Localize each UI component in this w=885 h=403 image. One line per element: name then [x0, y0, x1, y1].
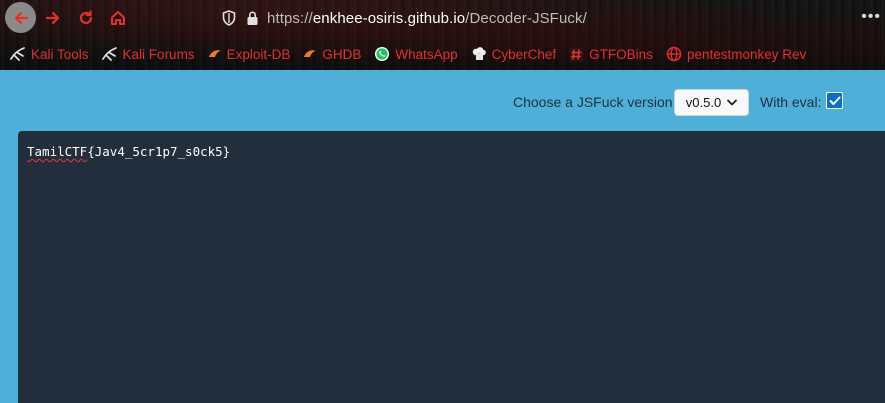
- version-select[interactable]: v0.5.0: [674, 89, 749, 116]
- decoded-output-text: TamilCTF{Jav4_5cr1p7_s0ck5}: [27, 144, 230, 159]
- whatsapp-icon: [374, 46, 390, 62]
- eval-label: With eval:: [760, 94, 822, 110]
- arrow-left-icon: [14, 11, 28, 24]
- bookmark-gtfobins[interactable]: GTFOBins: [569, 47, 653, 62]
- home-button[interactable]: [104, 4, 132, 32]
- arrow-right-icon: [45, 11, 60, 25]
- back-button[interactable]: [5, 2, 36, 33]
- bookmark-label: GTFOBins: [589, 46, 653, 62]
- url-text[interactable]: https://enkhee-osiris.github.io/Decoder-…: [267, 10, 587, 27]
- bookmark-label: Kali Forums: [122, 46, 195, 62]
- decoded-output-editor[interactable]: TamilCTF{Jav4_5cr1p7_s0ck5}: [18, 131, 885, 403]
- bookmark-label: pentestmonkey Rev: [686, 46, 807, 62]
- misspelled-word: TamilCTF: [27, 144, 88, 159]
- url-scheme: https://: [267, 9, 313, 27]
- lock-icon[interactable]: [246, 10, 259, 26]
- exploit-db-icon: [208, 48, 222, 60]
- checkmark-icon: [829, 96, 840, 105]
- bookmark-label: GHDB: [322, 46, 362, 62]
- bookmark-whatsapp[interactable]: WhatsApp: [374, 46, 458, 62]
- kali-dragon-icon: [10, 47, 26, 61]
- kali-dragon-icon: [101, 47, 118, 61]
- ghdb-icon: [303, 48, 317, 60]
- bookmarks-toolbar: Kali Tools Kali Forums Exploit-DB GHDB W…: [0, 43, 806, 65]
- forward-button[interactable]: [39, 4, 67, 32]
- eval-checkbox[interactable]: [826, 92, 843, 109]
- output-rest: {Jav4_5cr1p7_s0ck5}: [87, 144, 231, 159]
- address-bar[interactable]: https://enkhee-osiris.github.io/Decoder-…: [222, 6, 587, 30]
- reload-icon: [79, 10, 93, 25]
- version-select-value: v0.5.0: [685, 95, 722, 110]
- browser-toolbar: https://enkhee-osiris.github.io/Decoder-…: [0, 0, 885, 70]
- tracking-protection-shield-icon[interactable]: [222, 10, 236, 26]
- bookmark-exploit-db[interactable]: Exploit-DB: [208, 46, 291, 62]
- bookmark-label: CyberChef: [491, 46, 557, 62]
- url-path: /Decoder-JSFuck/: [465, 9, 587, 27]
- url-host: enkhee-osiris.github.io: [312, 9, 466, 27]
- version-label: Choose a JSFuck version:: [513, 94, 677, 110]
- bookmark-ghdb[interactable]: GHDB: [303, 47, 361, 62]
- bookmark-label: Exploit-DB: [226, 46, 291, 62]
- bookmark-cyberchef[interactable]: CyberChef: [471, 46, 557, 62]
- bookmark-kali-tools[interactable]: Kali Tools: [10, 47, 89, 62]
- chevron-down-icon: [727, 99, 738, 106]
- cyberchef-icon: [471, 46, 487, 62]
- home-icon: [111, 11, 125, 25]
- globe-icon: [666, 46, 682, 62]
- bookmark-kali-forums[interactable]: Kali Forums: [101, 46, 195, 62]
- bookmark-label: Kali Tools: [31, 46, 89, 62]
- options-bar: Choose a JSFuck version: v0.5.0 With eva…: [0, 89, 885, 117]
- gtfobins-icon: [569, 47, 584, 62]
- bookmark-label: WhatsApp: [395, 46, 458, 62]
- bookmark-pentestmonkey[interactable]: pentestmonkey Rev: [666, 46, 806, 62]
- reload-button[interactable]: [72, 4, 100, 32]
- overflow-menu-button[interactable]: •••: [861, 8, 881, 26]
